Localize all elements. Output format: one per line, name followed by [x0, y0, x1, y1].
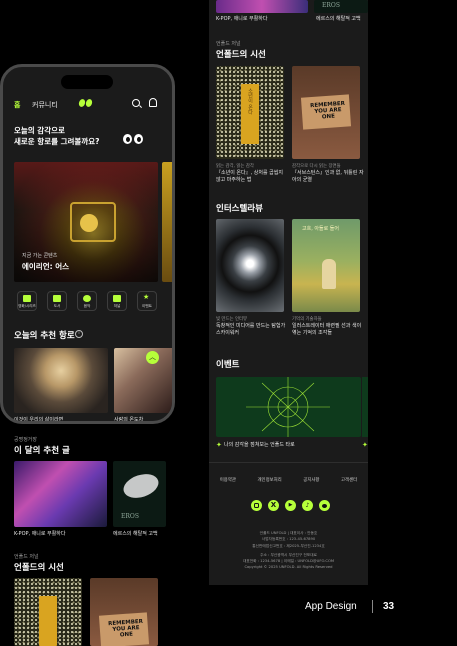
- sparkle-icon: ✦: [362, 441, 368, 449]
- phone-frame: 홈 커뮤니티 오늘의 감각으로 새로운 항로를 그려볼까요? 지금 가는 콘텐츠…: [0, 64, 175, 424]
- info-icon[interactable]: i: [75, 330, 83, 338]
- footer-link-privacy[interactable]: 개인정보처리: [257, 477, 281, 483]
- next-banner-peek[interactable]: [162, 162, 172, 282]
- quick-menu-event[interactable]: ★ 이벤트: [137, 291, 157, 311]
- kakao-icon[interactable]: [319, 500, 330, 511]
- nav-community[interactable]: 커뮤니티: [32, 100, 58, 110]
- monthly-caption[interactable]: 에르스의 해탈적 고백: [113, 531, 158, 538]
- unfold-small: 언폴드 저널: [14, 554, 39, 560]
- up-arrow-button[interactable]: ︿: [146, 351, 159, 364]
- tarot-banner[interactable]: [216, 377, 361, 437]
- tiktok-icon[interactable]: ♪: [302, 500, 313, 511]
- mascot-icon: [123, 129, 147, 147]
- box-sign-text: REMEMBER YOU ARE ONE: [107, 618, 144, 639]
- eclipse-image[interactable]: [216, 219, 284, 312]
- recommend-image-1[interactable]: [14, 348, 108, 413]
- hero-text: 오늘의 감각으로 새로운 항로를 그려볼까요?: [14, 126, 99, 148]
- banner-title: 에이리언: 어스: [22, 262, 70, 271]
- footer-info-line: 통신판매업신고번호 : 제2025-부산진-1234호: [252, 543, 325, 548]
- hero-line-2: 새로운 항로를 그려볼까요?: [14, 136, 100, 146]
- hero-line-1: 오늘의 감각으로: [14, 126, 65, 135]
- footer-divider: [209, 462, 368, 463]
- banner-small: 지금 가는 콘텐츠: [22, 253, 58, 259]
- x-icon[interactable]: X: [268, 500, 279, 511]
- quick-menu-book[interactable]: 도서: [47, 291, 67, 311]
- search-icon[interactable]: [132, 99, 142, 108]
- quick-menu-music[interactable]: 음악: [77, 291, 97, 311]
- footer-link-support[interactable]: 고객센터: [341, 477, 357, 483]
- logo-icon[interactable]: [77, 98, 94, 108]
- recommend-caption[interactable]: 사랑의 온도차: [114, 417, 143, 421]
- painting-image[interactable]: 고흐, 아들로 들어: [292, 219, 360, 312]
- section-title-unfold: 언폴드의 시선: [216, 50, 266, 60]
- youtube-icon[interactable]: ▶: [285, 500, 296, 511]
- footer-info: 언폴드 UNFOLD | 대표이사 : 안동호 사업자등록번호 : 123-45…: [209, 530, 368, 571]
- section-label-unfold: 언폴드 저널: [216, 41, 241, 47]
- eros-text: EROS: [121, 513, 139, 520]
- instagram-icon[interactable]: [251, 500, 262, 511]
- card-tag: 빛 만드는 인터뷰: [216, 317, 248, 322]
- top-caption-left: K-POP, 애니로 부활하다: [216, 16, 268, 22]
- recommend-title: 오늘의 추천 항로: [14, 331, 75, 341]
- section-title-event: 이벤트: [216, 360, 240, 370]
- remember-box-image[interactable]: REMEMBER YOU ARE ONE: [292, 66, 360, 159]
- nav-home[interactable]: 홈: [14, 100, 20, 110]
- book-cover-image[interactable]: 소년이 온다: [216, 66, 284, 159]
- eros-image[interactable]: EROS: [113, 461, 166, 527]
- card-tag: 감각으로 다시 읽는 장면들: [292, 164, 341, 169]
- monthly-small: 공명정거장: [14, 437, 38, 443]
- kpop-image-top[interactable]: [216, 0, 308, 13]
- book-vertical-text: 소년이 온다: [247, 88, 253, 115]
- social-row: X ▶ ♪: [251, 500, 330, 511]
- unfold-title: 언폴드의 시선: [14, 563, 64, 573]
- right-screen: EROS K-POP, 애니로 부활하다 에르스의 해탈적 고백 언폴드 저널 …: [209, 0, 368, 585]
- card-tag: 기억의 기술자들: [292, 317, 322, 322]
- kpop-image[interactable]: [14, 461, 107, 527]
- remember-box-image-bottom[interactable]: REMEMBER YOU ARE ONE: [90, 578, 158, 646]
- card-title[interactable]: 『소년이 온다』, 상처를 곱씹지 않고 마주하는 법: [216, 170, 288, 184]
- page-label: App Design: [305, 601, 357, 612]
- featured-banner[interactable]: 지금 가는 콘텐츠 에이리언: 어스: [14, 162, 158, 282]
- event-caption[interactable]: 나의 감각을 점쳐보는 언폴드 타로: [224, 442, 295, 449]
- bell-icon[interactable]: [149, 98, 157, 107]
- footer-link-notice[interactable]: 공지사항: [303, 477, 319, 483]
- eros-image-top[interactable]: EROS: [314, 0, 368, 13]
- dynamic-island: [61, 75, 113, 89]
- page-divider: [372, 600, 373, 613]
- footer-links: 이용약관 개인정보처리 공지사항 고객센터: [209, 477, 368, 483]
- eros-text: EROS: [322, 2, 340, 9]
- book-cover-image-bottom[interactable]: [14, 578, 82, 646]
- monthly-caption[interactable]: K-POP, 애니로 부활하다: [14, 531, 66, 538]
- recommend-image-2[interactable]: [114, 348, 172, 413]
- footer-link-terms[interactable]: 이용약관: [220, 477, 236, 483]
- card-title[interactable]: 일러스트레이터 애련필 선과 색이 엮는 기억의 조각들: [292, 323, 366, 337]
- quick-menu-journal[interactable]: 저널: [107, 291, 127, 311]
- recommend-caption[interactable]: 이것이 우리의 삶이라면: [14, 417, 63, 421]
- card-tag: 읽는 감각, 읽는 감각: [216, 164, 254, 169]
- poster-text: 고흐, 아들로 들어: [302, 226, 339, 232]
- box-sign-text: REMEMBER YOU ARE ONE: [309, 100, 346, 121]
- card-title[interactable]: 『서브스턴스』인과 없, 뒤틀린 자아의 균열: [292, 170, 366, 184]
- card-title[interactable]: 독창적인 미디어를 만드는 탐험가 스카이워커: [216, 323, 288, 337]
- footer-info-line: Copyright © 2025 UNFOLD. All Rights Rese…: [244, 565, 333, 570]
- monthly-title: 이 달의 추천 글: [14, 446, 70, 456]
- page-number: 33: [383, 601, 395, 612]
- top-caption-right: 에르스의 해탈적 고백: [316, 16, 361, 22]
- section-title-interstellar: 인터스텔라뷰: [216, 204, 263, 214]
- sparkle-icon: ✦: [216, 441, 222, 449]
- quick-menu-movie[interactable]: 영화/시리즈: [17, 291, 37, 311]
